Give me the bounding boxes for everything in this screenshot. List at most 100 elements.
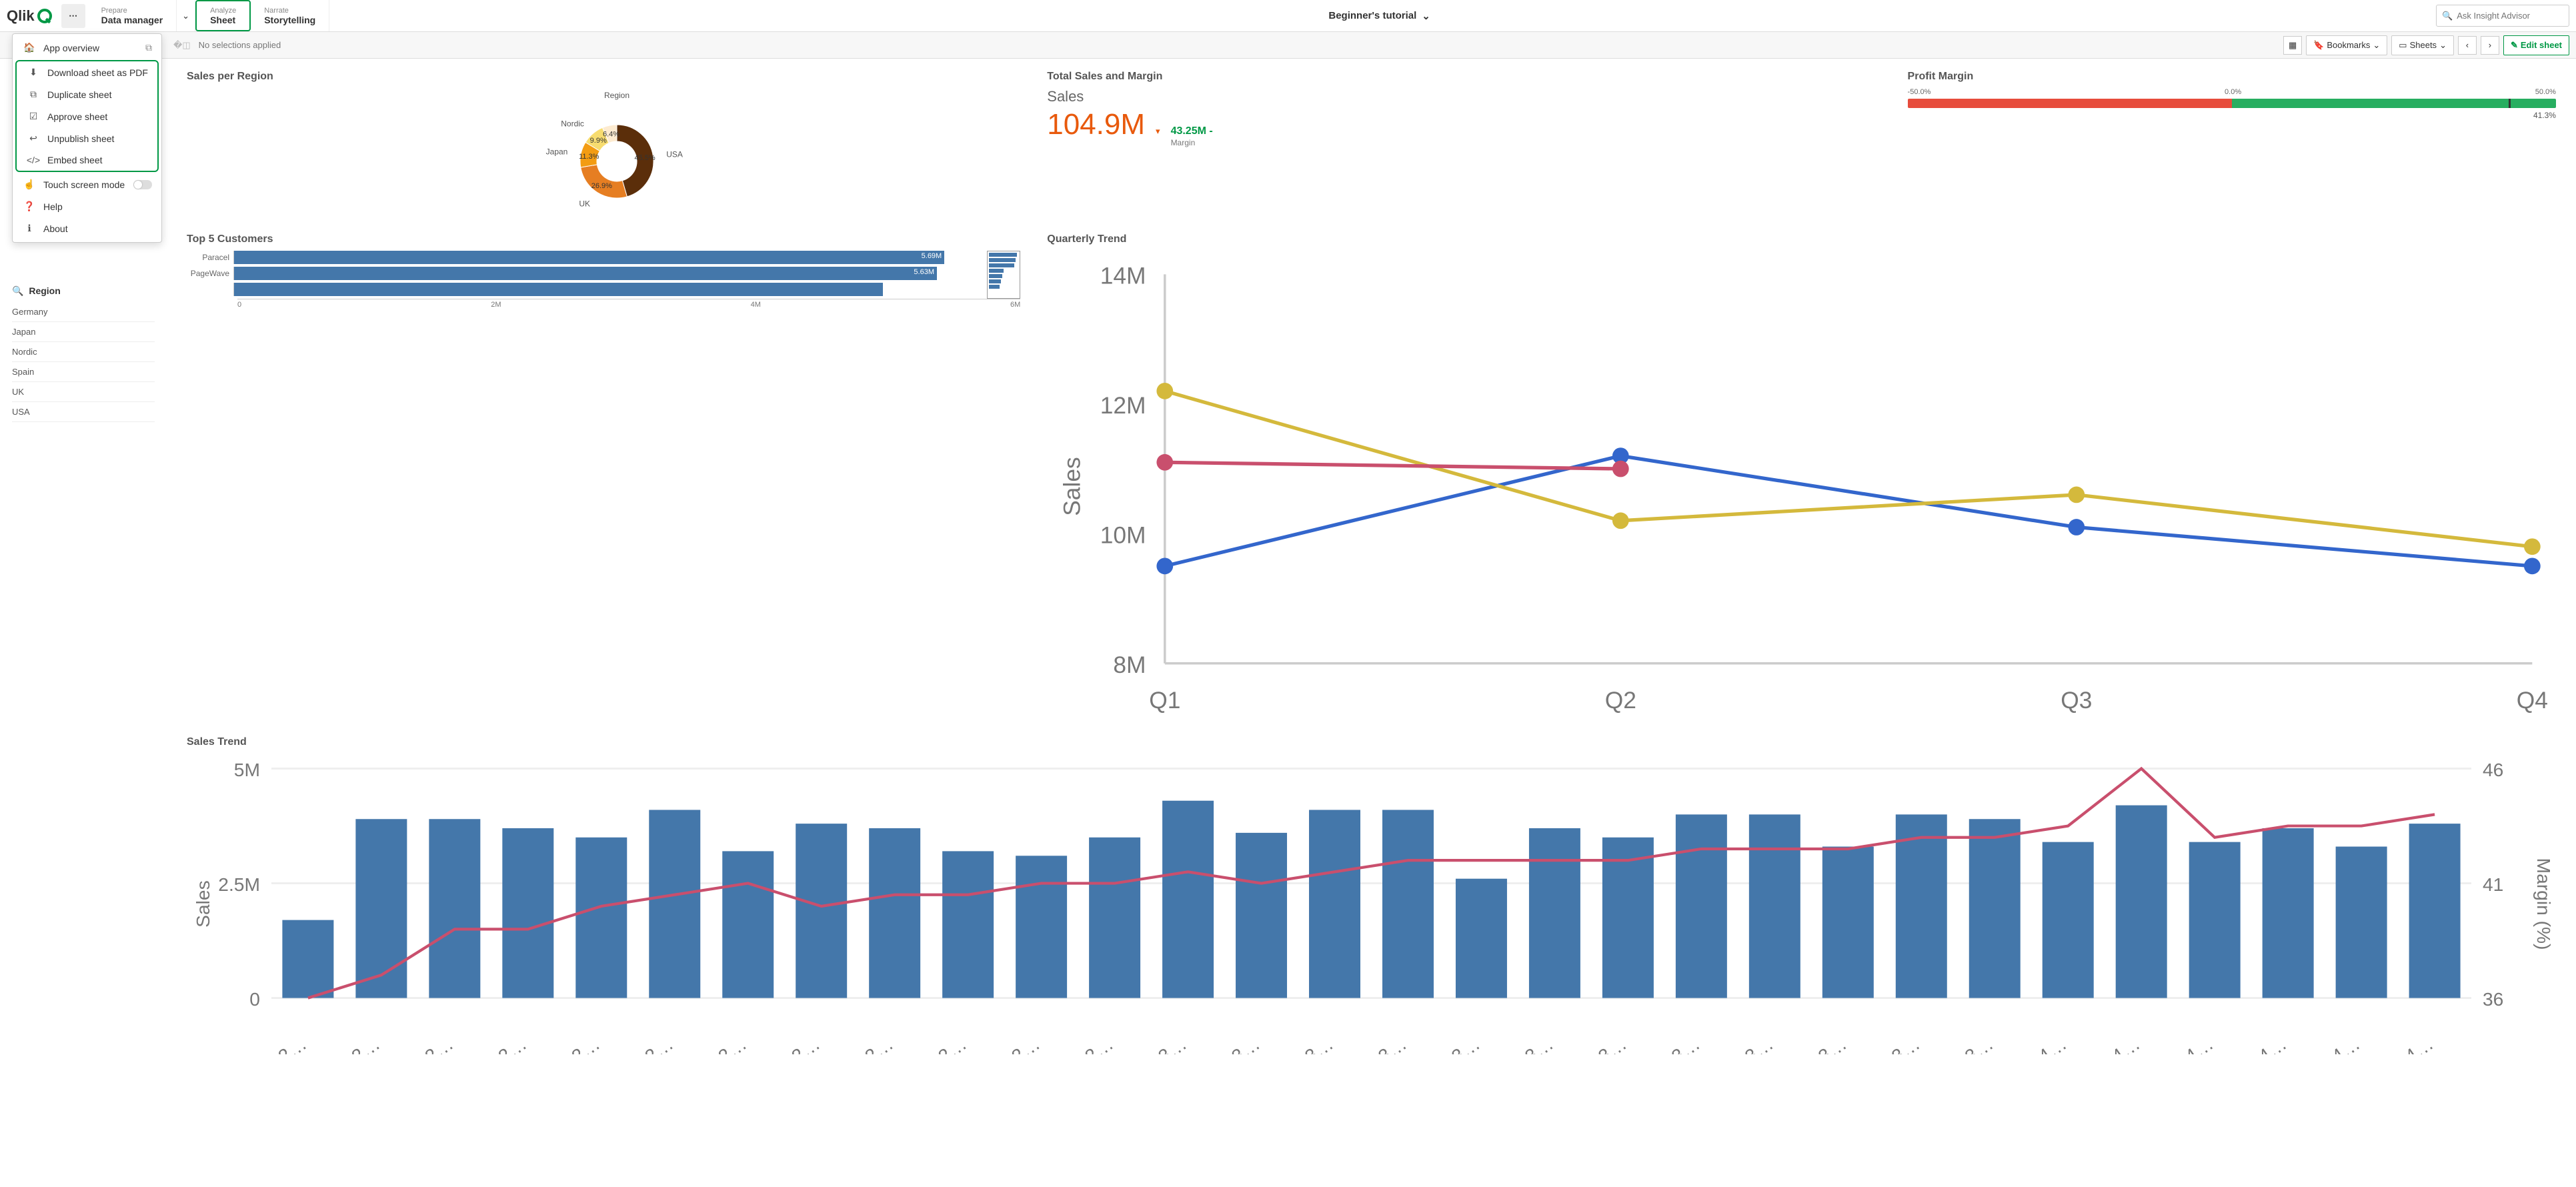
tab-label: Analyze: [210, 7, 236, 15]
hbar-row[interactable]: PageWave 5.63M: [187, 267, 983, 280]
region-filter-list: Germany Japan Nordic Spain UK USA: [12, 302, 155, 422]
menu-label: Duplicate sheet: [47, 89, 112, 100]
menu-highlight-group: ⬇ Download sheet as PDF ⧉ Duplicate shee…: [15, 60, 159, 172]
filter-item[interactable]: USA: [12, 402, 155, 422]
svg-text:Sales: Sales: [192, 880, 213, 928]
menu-duplicate-sheet[interactable]: ⧉ Duplicate sheet: [17, 83, 157, 105]
svg-text:2013…: 2013…: [1495, 1033, 1557, 1055]
filter-item[interactable]: Spain: [12, 362, 155, 382]
gauge-positive: [2232, 99, 2556, 108]
tab-label: Narrate: [264, 7, 315, 15]
menu-embed-sheet[interactable]: </> Embed sheet: [17, 149, 157, 171]
menu-unpublish-sheet[interactable]: ↩ Unpublish sheet: [17, 127, 157, 149]
donut-svg: Region45.5%USA26.9%UK11.3%Japan9.9%Nordi…: [510, 88, 697, 221]
gauge-tick: 0.0%: [2225, 88, 2241, 96]
global-menu-button[interactable]: ⋯: [61, 4, 85, 28]
grid-view-button[interactable]: ▦: [2283, 36, 2302, 55]
filter-item[interactable]: Japan: [12, 322, 155, 342]
tab-label: Prepare: [101, 7, 163, 15]
gauge-tick: 50.0%: [2535, 88, 2556, 96]
trend-flat-icon: -: [1209, 125, 1212, 137]
edit-sheet-button[interactable]: ✎ Edit sheet: [2503, 35, 2569, 55]
hbar-row[interactable]: Paracel 5.69M: [187, 251, 983, 264]
menu-about[interactable]: ℹ About: [13, 217, 161, 239]
menu-download-pdf[interactable]: ⬇ Download sheet as PDF: [17, 61, 157, 83]
pencil-icon: ✎: [2511, 40, 2518, 51]
selection-tool-icon[interactable]: �◫: [173, 40, 191, 51]
svg-text:Japan: Japan: [546, 147, 568, 157]
help-icon: ❓: [22, 201, 37, 212]
sheet-icon: ▭: [2399, 40, 2407, 51]
panel-title: Sales per Region: [187, 71, 1020, 83]
panel-sales-trend[interactable]: Sales Trend 02.5M5M364146SalesMargin (%)…: [187, 736, 2556, 1056]
search-icon: 🔍: [2442, 11, 2453, 21]
tab-narrate[interactable]: Narrate Storytelling: [251, 0, 329, 31]
filter-title-text: Region: [29, 285, 60, 296]
sheet-context-menu: 🏠 App overview ⧉ ⬇ Download sheet as PDF…: [12, 33, 162, 243]
filter-item[interactable]: UK: [12, 382, 155, 402]
kpi-title: Sales: [1047, 88, 1880, 105]
panel-top5[interactable]: Top 5 Customers Paracel 5.69M PageWave 5…: [187, 233, 1020, 724]
svg-text:2014…: 2014…: [2229, 1033, 2291, 1055]
download-icon: ⬇: [26, 67, 41, 78]
gauge-value: 41.3%: [1908, 111, 2556, 120]
svg-text:Region: Region: [604, 91, 629, 100]
menu-approve-sheet[interactable]: ☑ Approve sheet: [17, 105, 157, 127]
svg-text:Margin (%): Margin (%): [2533, 858, 2555, 950]
svg-text:UK: UK: [579, 199, 590, 208]
expand-icon: ⧉: [145, 42, 152, 53]
bookmarks-button[interactable]: 🔖 Bookmarks ⌄: [2306, 35, 2387, 55]
search-icon: 🔍: [12, 285, 23, 296]
next-sheet-button[interactable]: ›: [2481, 36, 2499, 55]
svg-text:2013…: 2013…: [1715, 1033, 1777, 1055]
menu-label: Download sheet as PDF: [47, 67, 148, 78]
prev-sheet-button[interactable]: ‹: [2458, 36, 2477, 55]
main-area: 🔍 Region Germany Japan Nordic Spain UK U…: [0, 59, 2576, 1063]
hbar-row[interactable]: [187, 283, 983, 296]
svg-text:2013…: 2013…: [1128, 1033, 1190, 1055]
panel-quarterly[interactable]: Quarterly Trend 8M10M12M14MSalesQ1Q2Q3Q4: [1047, 233, 2556, 724]
gauge-bar: [1908, 99, 2556, 108]
insight-search[interactable]: 🔍: [2436, 5, 2569, 27]
menu-label: Unpublish sheet: [47, 133, 114, 144]
hbar-axis: 02M4M6M: [237, 299, 1020, 309]
sheets-button[interactable]: ▭ Sheets ⌄: [2391, 35, 2454, 55]
menu-help[interactable]: ❓ Help: [13, 195, 161, 217]
svg-text:Q4: Q4: [2517, 688, 2548, 714]
svg-text:2013…: 2013…: [1935, 1033, 1997, 1055]
approve-icon: ☑: [26, 111, 41, 122]
svg-text:2013…: 2013…: [1788, 1033, 1850, 1055]
svg-text:Q1: Q1: [1149, 688, 1180, 714]
panel-profit-margin[interactable]: Profit Margin -50.0% 0.0% 50.0% 41.3%: [1908, 71, 2556, 221]
svg-text:10M: 10M: [1100, 522, 1146, 548]
menu-app-overview[interactable]: 🏠 App overview ⧉: [13, 37, 161, 59]
app-title[interactable]: Beginner's tutorial ⌄: [329, 0, 2429, 31]
tab-prepare[interactable]: Prepare Data manager: [88, 0, 177, 31]
filter-item[interactable]: Germany: [12, 302, 155, 322]
nav-tabs: Prepare Data manager ⌄ Analyze Sheet Nar…: [88, 0, 330, 31]
edit-label: Edit sheet: [2521, 40, 2562, 50]
filter-title: 🔍 Region: [12, 285, 155, 297]
svg-text:2013…: 2013…: [1275, 1033, 1337, 1055]
svg-text:2014…: 2014…: [2302, 1033, 2364, 1055]
mini-bar-overview[interactable]: [987, 251, 1020, 299]
menu-touch-mode[interactable]: ☝ Touch screen mode: [13, 173, 161, 195]
touch-icon: ☝: [22, 179, 37, 190]
prepare-dropdown[interactable]: ⌄: [177, 0, 195, 31]
svg-text:2014…: 2014…: [2375, 1033, 2437, 1055]
hbar-chart: Paracel 5.69M PageWave 5.63M 02M4M6M: [187, 251, 1020, 309]
svg-text:2013…: 2013…: [1862, 1033, 1924, 1055]
panel-total-sales[interactable]: Total Sales and Margin Sales 104.9M ▾ 43…: [1047, 71, 1880, 221]
search-input[interactable]: [2457, 11, 2563, 21]
chevron-left-icon: ‹: [2466, 40, 2469, 50]
svg-text:46: 46: [2483, 759, 2503, 780]
filter-item[interactable]: Nordic: [12, 342, 155, 362]
svg-text:2012…: 2012…: [908, 1033, 970, 1055]
touch-toggle[interactable]: [133, 180, 152, 189]
chevron-down-icon: ⌄: [2439, 40, 2447, 51]
panel-sales-region[interactable]: Sales per Region Region45.5%USA26.9%UK11…: [187, 71, 1020, 221]
tab-analyze[interactable]: Analyze Sheet: [195, 0, 251, 31]
bookmarks-label: Bookmarks: [2327, 40, 2370, 50]
duplicate-icon: ⧉: [26, 89, 41, 100]
gauge-ticks: -50.0% 0.0% 50.0%: [1908, 88, 2556, 96]
